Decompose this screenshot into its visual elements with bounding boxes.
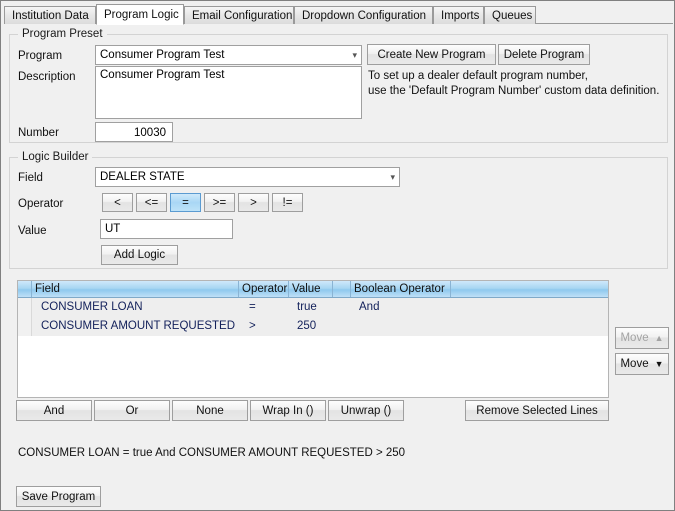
tab-label: Program Logic [104,9,179,21]
value-label: Value [18,225,47,237]
program-preset-group-label: Program Preset [18,28,107,40]
number-label: Number [18,127,59,139]
delete-program-button[interactable]: Delete Program [498,44,590,65]
tab-label: Dropdown Configuration [302,10,427,22]
grid-header-value[interactable]: Value [289,281,333,297]
move-up-label: Move [620,332,649,344]
operator-button-lt[interactable]: < [102,193,133,212]
wrap-in-label: Wrap In () [262,404,314,417]
operator-label: Operator [18,198,64,210]
row-selector-cell[interactable] [18,298,32,317]
operator-button-lte[interactable]: <= [136,193,167,212]
program-select[interactable]: Consumer Program Test ▾ [95,45,362,65]
grid-header-filler[interactable] [451,281,608,297]
cell-value: 250 [297,320,317,332]
logic-lines-grid[interactable]: Field Operator Value Boolean Operator CO… [17,280,609,398]
operator-label-gt: > [250,196,257,209]
value-input[interactable]: UT [100,219,233,239]
field-select[interactable]: DEALER STATE ▾ [95,167,400,187]
tab-program-logic[interactable]: Program Logic [96,4,184,25]
tab-label: Institution Data [12,10,89,22]
none-button[interactable]: None [172,400,248,421]
row-selector-cell[interactable] [18,317,32,336]
description-textarea[interactable]: Consumer Program Test [95,66,362,119]
move-up-button[interactable]: Move ▲ [615,327,669,349]
save-program-button[interactable]: Save Program [16,486,101,507]
triangle-down-icon: ▼ [654,358,664,369]
logic-builder-group-label: Logic Builder [18,151,93,163]
unwrap-label: Unwrap () [340,404,392,417]
none-label: None [196,404,224,417]
create-new-program-label: Create New Program [377,48,486,61]
tab-label: Imports [441,10,480,22]
grid-header-boolean-operator[interactable]: Boolean Operator [351,281,451,297]
add-logic-label: Add Logic [113,249,166,261]
grid-header-row: Field Operator Value Boolean Operator [18,281,608,298]
move-down-label: Move [620,358,649,370]
move-down-button[interactable]: Move ▼ [615,353,669,375]
program-label: Program [18,50,63,62]
cell-operator: > [249,320,256,332]
operator-button-gte[interactable]: >= [204,193,235,212]
remove-selected-lines-button[interactable]: Remove Selected Lines [465,400,609,421]
operator-label-lte: <= [144,196,159,209]
wrap-in-button[interactable]: Wrap In () [250,400,326,421]
table-row[interactable]: CONSUMER LOAN = true And [18,298,608,317]
and-label: And [43,404,65,417]
unwrap-button[interactable]: Unwrap () [328,400,404,421]
cell-field: CONSUMER LOAN [41,301,143,313]
tab-strip: Institution Data Program Logic Email Con… [4,4,673,25]
grid-corner-cell [18,281,32,297]
operator-button-eq[interactable]: = [170,193,201,212]
chevron-down-icon: ▾ [390,172,395,182]
add-logic-button[interactable]: Add Logic [101,245,178,265]
tab-label: Queues [492,10,533,22]
description-label: Description [18,71,76,83]
create-new-program-button[interactable]: Create New Program [367,44,496,65]
tab-dropdown-configuration[interactable]: Dropdown Configuration [294,6,433,24]
operator-button-gt[interactable]: > [238,193,269,212]
chevron-down-icon: ▾ [352,50,357,60]
cell-field: CONSUMER AMOUNT REQUESTED [41,320,236,332]
cell-value: true [297,301,317,313]
tab-label: Email Configuration [192,10,293,22]
cell-operator: = [249,301,256,313]
grid-header-spacer[interactable] [333,281,351,297]
application-window: Institution Data Program Logic Email Con… [0,0,675,511]
field-select-value: DEALER STATE [100,171,185,183]
program-select-value: Consumer Program Test [100,49,225,61]
tab-institution-data[interactable]: Institution Data [4,6,96,24]
or-button[interactable]: Or [94,400,170,421]
operator-label-lt: < [114,196,121,209]
operator-label-neq: != [282,196,293,209]
tab-imports[interactable]: Imports [433,6,484,24]
save-program-label: Save Program [21,490,96,503]
default-program-number-hint: To set up a dealer default program numbe… [368,70,660,97]
operator-label-eq: = [182,196,189,209]
grid-header-field[interactable]: Field [32,281,239,297]
or-label: Or [125,404,139,417]
operator-label-gte: >= [212,196,227,209]
and-button[interactable]: And [16,400,92,421]
logic-summary-text: CONSUMER LOAN = true And CONSUMER AMOUNT… [18,447,406,459]
tab-content-program-logic: Program Preset Program Consumer Program … [4,24,673,509]
grid-header-operator[interactable]: Operator [239,281,289,297]
remove-selected-lines-label: Remove Selected Lines [476,404,598,417]
cell-boolean-operator: And [359,301,380,313]
cell-boolean-operator [356,317,456,336]
cell-spacer [333,317,351,336]
field-label: Field [18,172,43,184]
cell-spacer [333,298,351,317]
number-input[interactable]: 10030 [95,122,173,142]
tab-queues[interactable]: Queues [484,6,536,24]
tab-email-configuration[interactable]: Email Configuration [184,6,294,24]
table-row[interactable]: CONSUMER AMOUNT REQUESTED > 250 [18,317,608,336]
delete-program-label: Delete Program [503,48,585,61]
triangle-up-icon: ▲ [654,332,664,343]
operator-button-neq[interactable]: != [272,193,303,212]
